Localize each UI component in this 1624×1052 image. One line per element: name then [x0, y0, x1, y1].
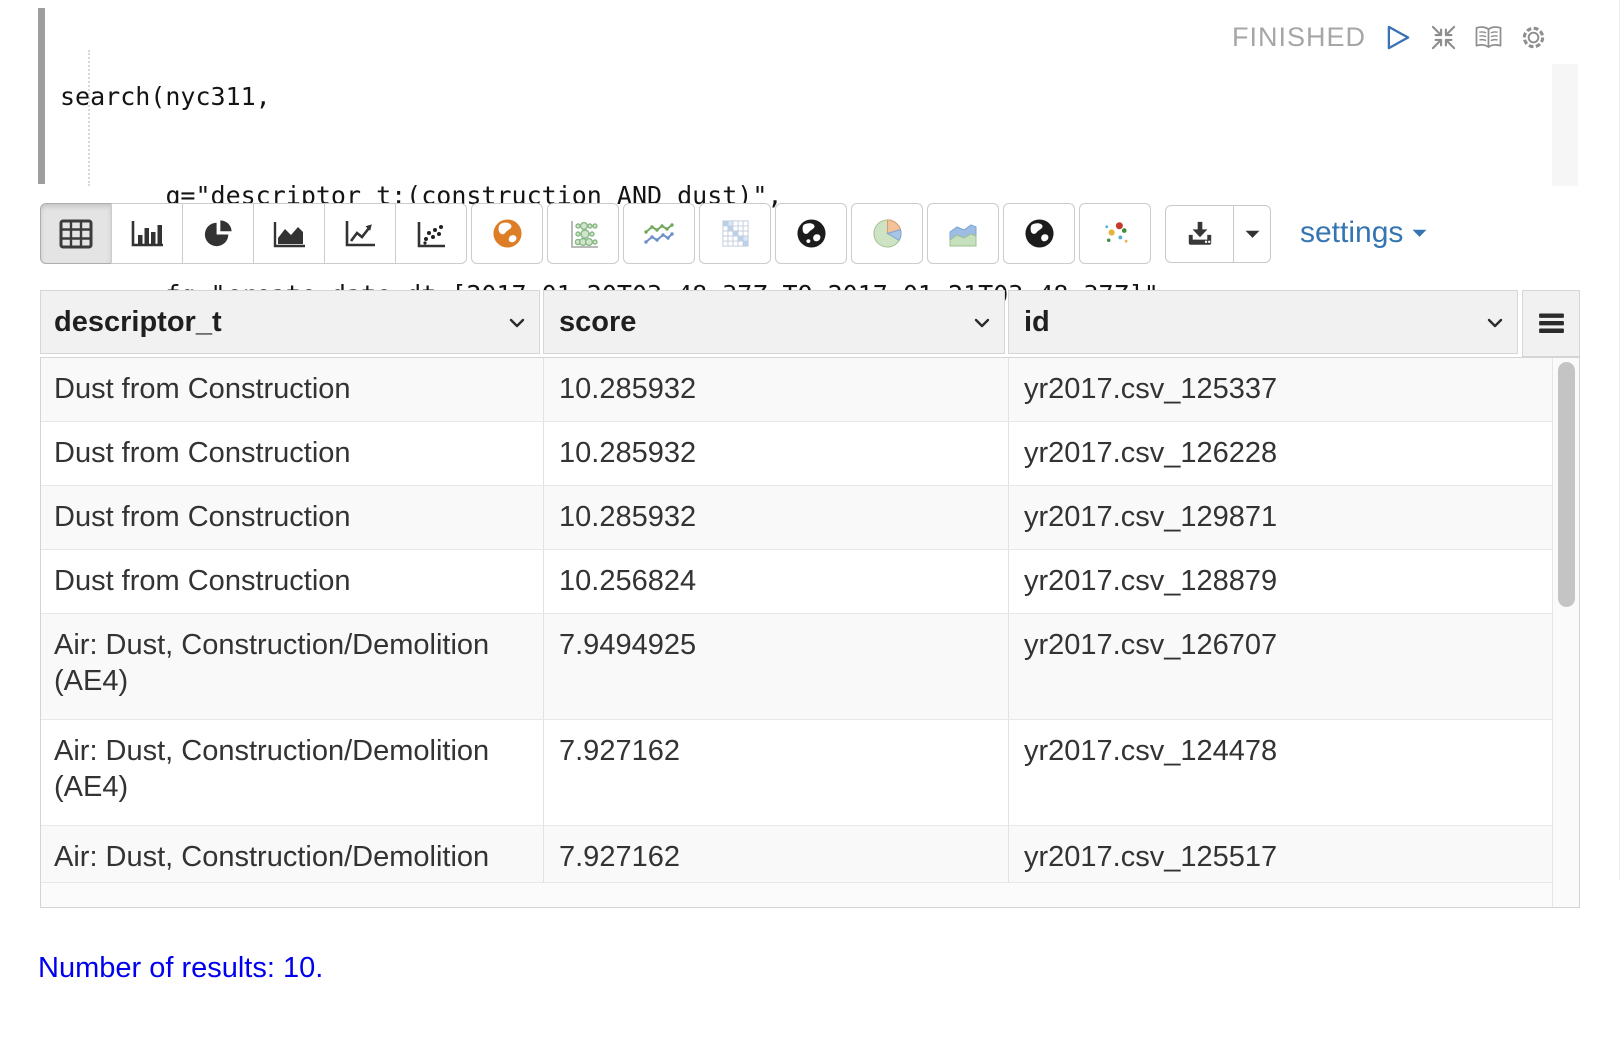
- horizontal-scrollbar-track[interactable]: [41, 882, 1553, 907]
- chevron-down-icon[interactable]: [509, 318, 525, 328]
- multi-line-icon: [642, 219, 676, 249]
- viz-line-chart-button[interactable]: [324, 203, 396, 264]
- paragraph-right-border: [1619, 0, 1620, 880]
- area-colored-icon: [946, 219, 980, 249]
- viz-area-colored-button[interactable]: [927, 203, 999, 264]
- heatmap-grid-icon: [720, 218, 751, 249]
- viz-table-button[interactable]: [40, 203, 112, 264]
- cell-score: 10.256824: [544, 550, 1009, 613]
- vertical-scrollbar-thumb[interactable]: [1558, 362, 1575, 607]
- table-row: Air: Dust, Construction/Demolition 7.927…: [41, 826, 1553, 882]
- compress-icon: [1430, 24, 1457, 51]
- column-header-id[interactable]: id: [1008, 290, 1518, 354]
- cell-descriptor: Dust from Construction: [41, 486, 544, 549]
- download-options-button[interactable]: [1233, 205, 1271, 263]
- gear-icon: [1519, 23, 1548, 52]
- status-badge: FINISHED: [1232, 22, 1366, 53]
- code-line: search(nyc311,: [60, 80, 1174, 113]
- cell-score: 10.285932: [544, 358, 1009, 421]
- notebook-icon: [1474, 25, 1503, 50]
- cell-descriptor: Air: Dust, Construction/Demolition (AE4): [41, 614, 544, 719]
- line-chart-icon: [343, 219, 377, 249]
- cell-id: yr2017.csv_124478: [1009, 720, 1553, 825]
- viz-bubble-matrix-button[interactable]: [547, 203, 619, 264]
- chevron-down-icon[interactable]: [974, 318, 990, 328]
- cell-descriptor: Dust from Construction: [41, 358, 544, 421]
- download-icon: [1185, 220, 1215, 248]
- viz-bar-chart-button[interactable]: [111, 203, 183, 264]
- cell-id: yr2017.csv_126228: [1009, 422, 1553, 485]
- grid-menu-button[interactable]: [1522, 290, 1580, 357]
- cell-id: yr2017.csv_129871: [1009, 486, 1553, 549]
- results-count-text: Number of results: 10.: [38, 952, 323, 985]
- viz-multi-line-button[interactable]: [623, 203, 695, 264]
- cell-score: 10.285932: [544, 486, 1009, 549]
- paragraph-controls: FINISHED: [1232, 22, 1548, 53]
- column-header-label: id: [1024, 306, 1050, 339]
- area-chart-icon: [272, 219, 306, 249]
- download-button[interactable]: [1165, 205, 1234, 263]
- cell-score: 7.9494925: [544, 614, 1009, 719]
- play-button[interactable]: [1383, 23, 1413, 53]
- cell-id: yr2017.csv_126707: [1009, 614, 1553, 719]
- cell-descriptor: Air: Dust, Construction/Demolition (AE4): [41, 720, 544, 825]
- cell-id: yr2017.csv_125337: [1009, 358, 1553, 421]
- viz-pie-colored-button[interactable]: [851, 203, 923, 264]
- download-split-button: [1165, 205, 1271, 263]
- caret-down-icon: [1245, 230, 1260, 239]
- cell-descriptor: Dust from Construction: [41, 550, 544, 613]
- table-row: Dust from Construction 10.285932 yr2017.…: [41, 486, 1553, 550]
- settings-label: settings: [1300, 216, 1403, 250]
- scatter-colored-icon: [1100, 218, 1131, 249]
- editor-active-bar: [38, 8, 45, 184]
- column-header-descriptor[interactable]: descriptor_t: [40, 290, 540, 354]
- viz-button-strip: [40, 203, 1151, 264]
- table-row: Air: Dust, Construction/Demolition (AE4)…: [41, 614, 1553, 720]
- column-header-score[interactable]: score: [543, 290, 1005, 354]
- table-row: Dust from Construction 10.256824 yr2017.…: [41, 550, 1553, 614]
- vertical-scrollbar-track[interactable]: [1552, 358, 1579, 907]
- column-header-label: score: [559, 306, 636, 339]
- settings-dropdown[interactable]: settings: [1300, 216, 1427, 250]
- table-rows-viewport: Dust from Construction 10.285932 yr2017.…: [41, 358, 1553, 882]
- globe-dark-1-icon: [796, 218, 827, 249]
- chevron-down-icon[interactable]: [1487, 318, 1503, 328]
- pie-colored-icon: [872, 218, 903, 249]
- viz-pie-chart-button[interactable]: [182, 203, 254, 264]
- pie-chart-icon: [202, 219, 234, 249]
- cell-descriptor: Air: Dust, Construction/Demolition: [41, 826, 544, 882]
- table-row: Dust from Construction 10.285932 yr2017.…: [41, 358, 1553, 422]
- cell-id: yr2017.csv_125517: [1009, 826, 1553, 882]
- viz-globe-dark-1-button[interactable]: [775, 203, 847, 264]
- cell-score: 7.927162: [544, 720, 1009, 825]
- viz-globe-dark-2-button[interactable]: [1003, 203, 1075, 264]
- play-icon: [1386, 24, 1411, 51]
- map-globe-orange-icon: [492, 218, 523, 249]
- collapse-output-button[interactable]: [1428, 23, 1458, 53]
- viz-heatmap-grid-button[interactable]: [699, 203, 771, 264]
- notebook-button[interactable]: [1473, 23, 1503, 53]
- table-row: Dust from Construction 10.285932 yr2017.…: [41, 422, 1553, 486]
- bar-chart-icon: [129, 219, 165, 249]
- cell-score: 10.285932: [544, 422, 1009, 485]
- table-row: Air: Dust, Construction/Demolition (AE4)…: [41, 720, 1553, 826]
- cell-score: 7.927162: [544, 826, 1009, 882]
- caret-down-icon: [1412, 229, 1427, 238]
- bubble-matrix-icon: [566, 219, 600, 249]
- viz-area-chart-button[interactable]: [253, 203, 325, 264]
- cell-id: yr2017.csv_128879: [1009, 550, 1553, 613]
- cell-descriptor: Dust from Construction: [41, 422, 544, 485]
- editor-scrollbar[interactable]: [1552, 64, 1578, 186]
- globe-dark-2-icon: [1024, 218, 1055, 249]
- paragraph-settings-button[interactable]: [1518, 23, 1548, 53]
- hamburger-icon: [1538, 313, 1565, 334]
- viz-map-globe-orange-button[interactable]: [471, 203, 543, 264]
- table-icon: [59, 219, 93, 249]
- viz-scatter-colored-button[interactable]: [1079, 203, 1151, 264]
- scatter-chart-icon: [414, 219, 448, 249]
- results-table: Dust from Construction 10.285932 yr2017.…: [40, 357, 1580, 908]
- column-header-label: descriptor_t: [54, 306, 222, 339]
- zeppelin-paragraph: search(nyc311, q="descriptor_t:(construc…: [0, 0, 1624, 1052]
- viz-scatter-chart-button[interactable]: [395, 203, 467, 264]
